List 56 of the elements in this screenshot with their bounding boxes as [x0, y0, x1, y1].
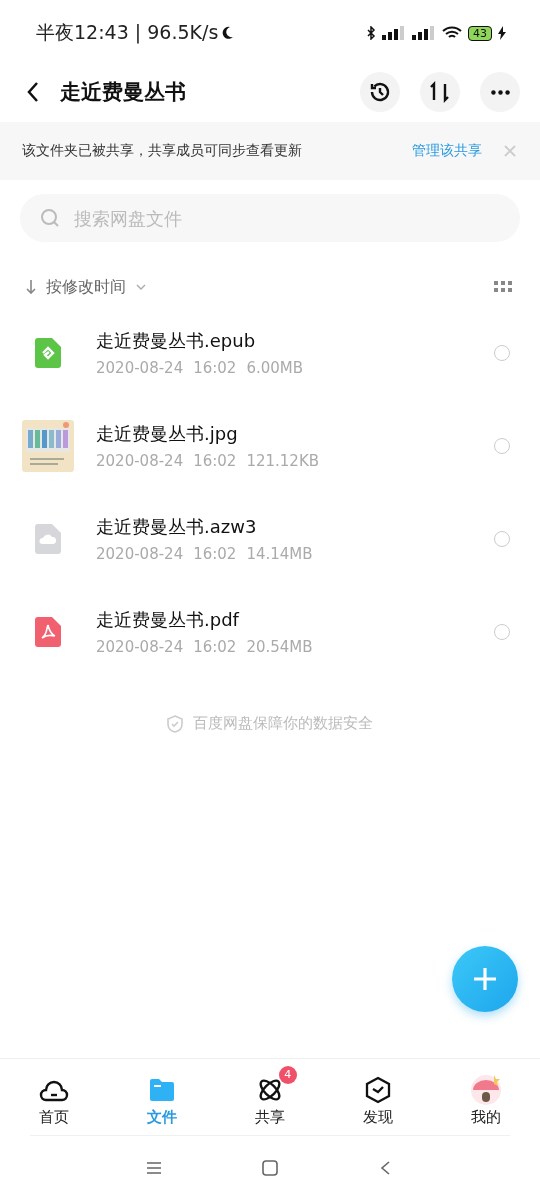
hexagon-icon [364, 1075, 392, 1104]
bluetooth-icon [366, 26, 376, 40]
file-size: 14.14MB [246, 544, 313, 563]
more-icon [490, 89, 510, 95]
moon-icon [222, 26, 235, 40]
ebook-file-icon [35, 337, 61, 368]
transfer-button[interactable] [420, 72, 460, 112]
file-date: 2020-08-24 [96, 637, 184, 656]
signal-icon [382, 26, 406, 40]
battery-icon: 43 [468, 25, 492, 41]
shield-icon [167, 714, 183, 733]
menu-icon[interactable] [146, 1161, 162, 1175]
file-date: 2020-08-24 [96, 358, 184, 377]
search-icon [40, 208, 60, 228]
charging-icon [498, 26, 506, 40]
signal-icon [412, 26, 436, 40]
nav-tab[interactable]: 我的 [432, 1063, 540, 1131]
page-title: 走近费曼丛书 [60, 79, 186, 106]
folder-icon [148, 1077, 176, 1102]
sort-dropdown[interactable]: 按修改时间 [26, 276, 146, 298]
status-time: 半夜12:43 | 96.5K/s [36, 20, 219, 46]
file-size: 20.54MB [246, 637, 313, 656]
file-name[interactable]: 走近费曼丛书.azw3 [96, 514, 494, 539]
search-field[interactable]: 搜索网盘文件 [20, 194, 520, 242]
plus-icon [471, 965, 499, 993]
nav-tab[interactable]: 首页 [0, 1063, 108, 1131]
file-time: 16:02 [193, 358, 237, 377]
nav-tab[interactable]: 发现 [324, 1063, 432, 1131]
home-icon[interactable] [262, 1160, 278, 1176]
file-time: 16:02 [193, 637, 237, 656]
history-icon [368, 80, 392, 104]
avatar-icon [470, 1073, 502, 1106]
file-name[interactable]: 走近费曼丛书.jpg [96, 421, 494, 446]
file-time: 16:02 [193, 451, 237, 470]
add-button[interactable] [452, 946, 518, 1012]
file-size: 6.00MB [246, 358, 304, 377]
file-time: 16:02 [193, 544, 237, 563]
file-name[interactable]: 走近费曼丛书.epub [96, 328, 494, 353]
cloud-file-icon [35, 523, 61, 554]
file-date: 2020-08-24 [96, 544, 184, 563]
file-name[interactable]: 走近费曼丛书.pdf [96, 607, 494, 632]
notification-badge: 4 [278, 1065, 297, 1084]
up-down-arrows-icon [428, 80, 452, 104]
chevron-down-icon [136, 283, 146, 291]
wifi-icon [442, 26, 462, 40]
share-notice: 该文件夹已被共享，共享成员可同步查看更新 [22, 142, 302, 160]
pdf-file-icon [35, 616, 61, 647]
file-size: 121.12KB [246, 451, 320, 470]
grid-view-icon[interactable] [494, 281, 512, 293]
security-note: 百度网盘保障你的数据安全 [193, 714, 373, 733]
history-button[interactable] [360, 72, 400, 112]
more-button[interactable] [480, 72, 520, 112]
file-date: 2020-08-24 [96, 451, 184, 470]
nav-tab[interactable]: 4 共享 [216, 1063, 324, 1131]
down-arrow-icon [26, 279, 36, 295]
back-icon[interactable] [26, 81, 40, 103]
